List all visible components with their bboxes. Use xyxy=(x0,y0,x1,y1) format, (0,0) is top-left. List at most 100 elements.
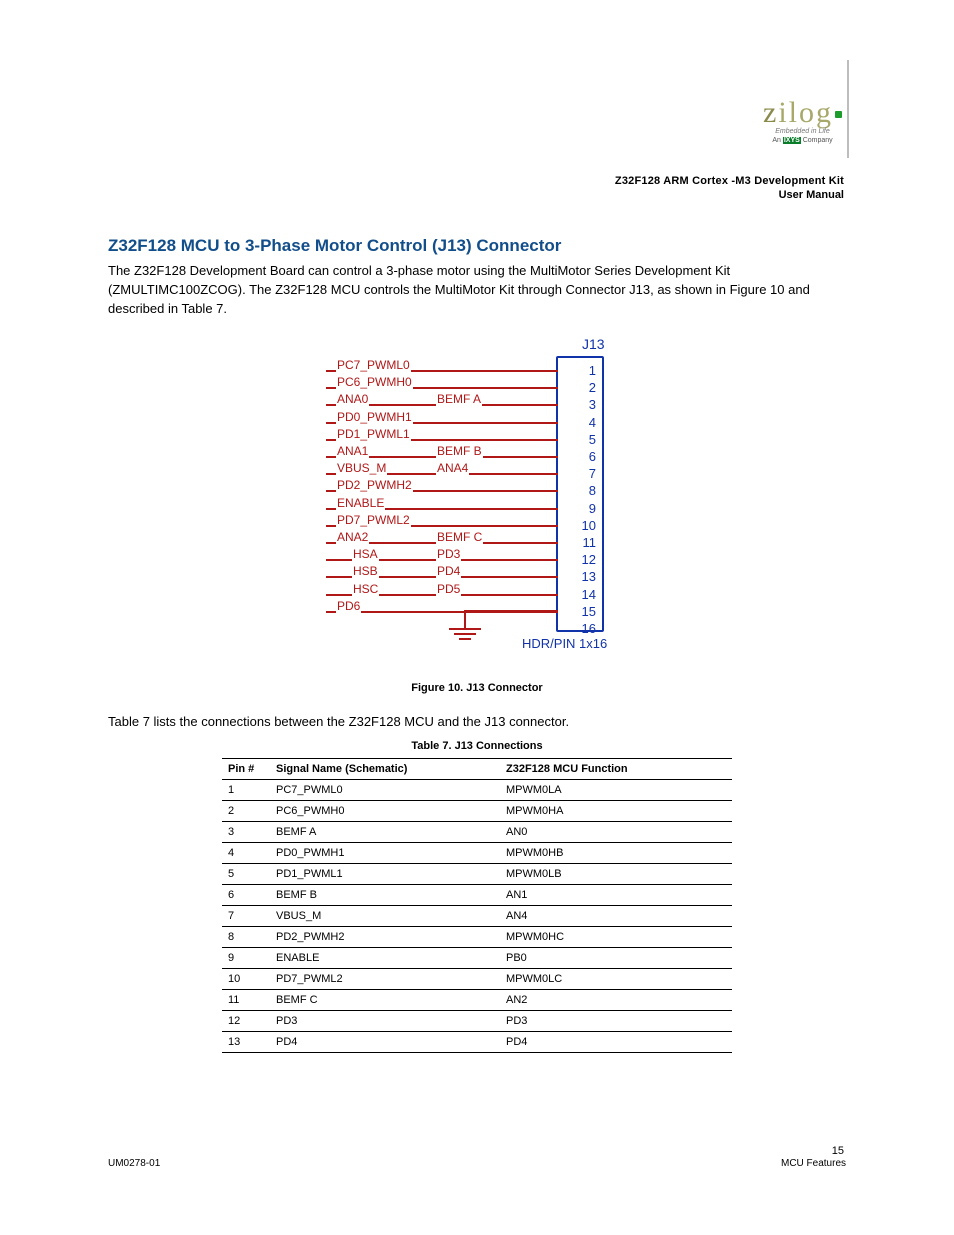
company-prefix: An xyxy=(772,137,783,144)
table-row: 9ENABLEPB0 xyxy=(222,948,732,969)
brand-logo: zilog Embedded in Life An IXYS Company xyxy=(763,96,842,144)
net-label-left: VBUS_M xyxy=(336,461,387,475)
table-cell: PC6_PWMH0 xyxy=(270,801,500,822)
pin-table: Table 7. J13 Connections Pin # Signal Na… xyxy=(222,740,732,1053)
table-cell: 9 xyxy=(222,948,270,969)
pin-number: 4 xyxy=(589,414,596,431)
table-cell: 12 xyxy=(222,1011,270,1032)
page-number: 15 xyxy=(832,1145,844,1157)
header-divider xyxy=(847,60,849,158)
footer-section: MCU Features xyxy=(781,1158,846,1169)
table-cell: 11 xyxy=(222,990,270,1011)
pin-number: 7 xyxy=(589,465,596,482)
pin-number: 5 xyxy=(589,431,596,448)
table-row: 7VBUS_MAN4 xyxy=(222,906,732,927)
table-cell: PD1_PWML1 xyxy=(270,864,500,885)
table-intro: Table 7 lists the connections between th… xyxy=(108,714,569,729)
net-label-left: HSA xyxy=(352,547,379,561)
table-cell: 2 xyxy=(222,801,270,822)
pin-number: 9 xyxy=(589,500,596,517)
table-cell: PD3 xyxy=(500,1011,732,1032)
net-label-right: ANA4 xyxy=(436,461,469,475)
th-func: Z32F128 MCU Function xyxy=(500,759,732,780)
net-label-right: BEMF C xyxy=(436,530,483,544)
table-cell: BEMF C xyxy=(270,990,500,1011)
table-cell: PD0_PWMH1 xyxy=(270,843,500,864)
net-label-left: PD0_PWMH1 xyxy=(336,410,413,424)
pin-number: 12 xyxy=(582,551,596,568)
header-type-label: HDR/PIN 1x16 xyxy=(522,636,607,651)
ixys-badge: IXYS xyxy=(783,137,801,144)
net-label-right: PD3 xyxy=(436,547,461,561)
connector-refdes: J13 xyxy=(582,336,605,352)
table-cell: MPWM0HB xyxy=(500,843,732,864)
table-cell: PD3 xyxy=(270,1011,500,1032)
header-pin-box: 12345678910111213141516 xyxy=(556,356,604,632)
table-cell: MPWM0HC xyxy=(500,927,732,948)
table-cell: 6 xyxy=(222,885,270,906)
table-cell: 10 xyxy=(222,969,270,990)
net-label-left: PC6_PWMH0 xyxy=(336,375,413,389)
figure-caption: Figure 10. J13 Connector xyxy=(108,682,846,694)
pin-number: 3 xyxy=(589,396,596,413)
table-row: 1PC7_PWML0MPWM0LA xyxy=(222,780,732,801)
pin-number: 16 xyxy=(582,620,596,637)
table-row: 13PD4PD4 xyxy=(222,1032,732,1053)
net-label-right: BEMF A xyxy=(436,392,482,406)
document-title: Z32F128 ARM Cortex -M3 Development Kit U… xyxy=(615,175,844,201)
table-cell: AN1 xyxy=(500,885,732,906)
table-cell: PC7_PWML0 xyxy=(270,780,500,801)
table-row: 6BEMF BAN1 xyxy=(222,885,732,906)
table-cell: MPWM0LA xyxy=(500,780,732,801)
table-cell: 8 xyxy=(222,927,270,948)
net-label-left: PD1_PWML1 xyxy=(336,427,411,441)
table-cell: 3 xyxy=(222,822,270,843)
table-cell: ENABLE xyxy=(270,948,500,969)
table-row: 10PD7_PWML2MPWM0LC xyxy=(222,969,732,990)
table-cell: PD7_PWML2 xyxy=(270,969,500,990)
table-cell: PB0 xyxy=(500,948,732,969)
table-row: 8PD2_PWMH2MPWM0HC xyxy=(222,927,732,948)
pin-number: 10 xyxy=(582,517,596,534)
table-cell: 4 xyxy=(222,843,270,864)
table-cell: PD4 xyxy=(500,1032,732,1053)
table-cell: AN4 xyxy=(500,906,732,927)
table-row: 4PD0_PWMH1MPWM0HB xyxy=(222,843,732,864)
pin-number: 13 xyxy=(582,568,596,585)
table-cell: 5 xyxy=(222,864,270,885)
net-label-left: PD6 xyxy=(336,599,361,613)
pin-number: 2 xyxy=(589,379,596,396)
table-cell: BEMF B xyxy=(270,885,500,906)
net-label-left: HSB xyxy=(352,564,379,578)
table-cell: MPWM0LB xyxy=(500,864,732,885)
net-label-right: PD4 xyxy=(436,564,461,578)
net-label-right: PD5 xyxy=(436,582,461,596)
pin-number: 6 xyxy=(589,448,596,465)
table-cell: AN2 xyxy=(500,990,732,1011)
net-label-left: ENABLE xyxy=(336,496,385,510)
section-heading: Z32F128 MCU to 3-Phase Motor Control (J1… xyxy=(108,236,561,256)
table-row: 12PD3PD3 xyxy=(222,1011,732,1032)
doc-title-line1: Z32F128 ARM Cortex -M3 Development Kit xyxy=(615,175,844,187)
table-row: 5PD1_PWML1MPWM0LB xyxy=(222,864,732,885)
net-label-left: PC7_PWML0 xyxy=(336,358,411,372)
net-label-left: HSC xyxy=(352,582,379,596)
ground-wire xyxy=(466,610,558,612)
net-label-left: PD2_PWMH2 xyxy=(336,478,413,492)
table-cell: MPWM0LC xyxy=(500,969,732,990)
net-label-left: ANA2 xyxy=(336,530,369,544)
table-row: 11BEMF CAN2 xyxy=(222,990,732,1011)
pin-number: 14 xyxy=(582,586,596,603)
table-cell: MPWM0HA xyxy=(500,801,732,822)
table-cell: 7 xyxy=(222,906,270,927)
ground-stem xyxy=(464,610,466,628)
brand-wordmark: zilog xyxy=(763,96,842,130)
table-cell: PD4 xyxy=(270,1032,500,1053)
th-sig: Signal Name (Schematic) xyxy=(270,759,500,780)
pin-number: 1 xyxy=(589,362,596,379)
table-cell: AN0 xyxy=(500,822,732,843)
table-cell: 1 xyxy=(222,780,270,801)
company-suffix: Company xyxy=(801,137,833,144)
table-row: 2PC6_PWMH0MPWM0HA xyxy=(222,801,732,822)
table-cell: VBUS_M xyxy=(270,906,500,927)
